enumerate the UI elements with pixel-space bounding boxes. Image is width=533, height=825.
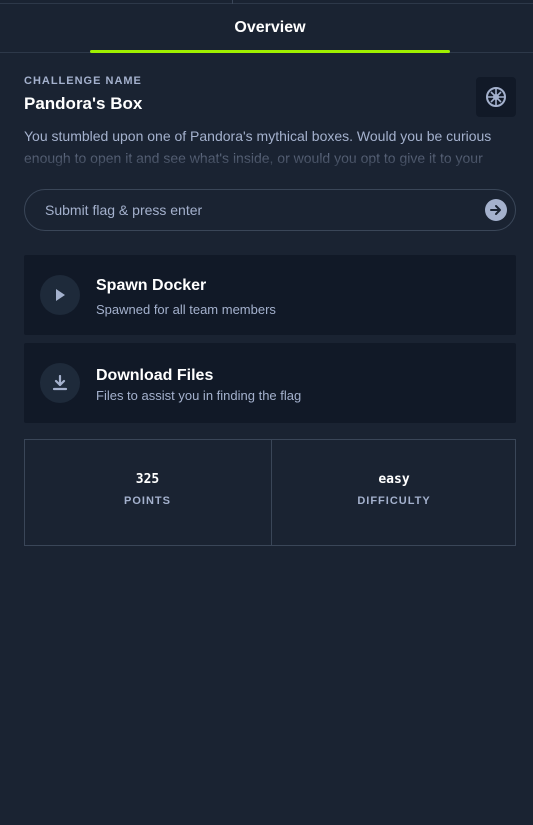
flag-input[interactable] xyxy=(45,190,475,230)
download-files-subtitle: Files to assist you in finding the flag xyxy=(96,388,302,403)
challenge-title: Pandora's Box xyxy=(24,94,143,113)
spawn-docker-subtitle: Spawned for all team members xyxy=(96,302,276,317)
spawn-docker-button[interactable]: Spawn Docker Spawned for all team member… xyxy=(24,255,516,335)
flag-form xyxy=(24,189,516,231)
spawn-docker-title: Spawn Docker xyxy=(96,277,207,294)
difficulty-label: DIFFICULTY xyxy=(357,495,431,507)
points-stat: 325 POINTS xyxy=(25,440,270,545)
difficulty-value: easy xyxy=(378,472,410,487)
brain-icon xyxy=(486,87,506,107)
download-icon-circle xyxy=(40,363,80,403)
difficulty-stat: easy DIFFICULTY xyxy=(271,440,516,545)
submit-flag-button[interactable] xyxy=(485,199,507,221)
play-icon xyxy=(56,289,65,301)
arrow-right-icon xyxy=(490,205,501,215)
download-files-title: Download Files xyxy=(96,367,214,384)
tab-overview[interactable]: Overview xyxy=(90,4,450,53)
challenge-stats: 325 POINTS easy DIFFICULTY xyxy=(24,439,516,546)
download-icon xyxy=(52,375,68,391)
points-label: POINTS xyxy=(124,495,171,507)
download-files-button[interactable]: Download Files Files to assist you in fi… xyxy=(24,343,516,423)
points-value: 325 xyxy=(135,472,160,487)
description-fade xyxy=(24,147,514,169)
active-tab-indicator xyxy=(90,50,450,53)
tab-overview-label: Overview xyxy=(234,19,306,36)
tab-bar: Overview xyxy=(0,4,533,53)
category-badge xyxy=(476,77,516,117)
challenge-name-label: CHALLENGE NAME xyxy=(24,75,142,87)
play-icon-circle xyxy=(40,275,80,315)
